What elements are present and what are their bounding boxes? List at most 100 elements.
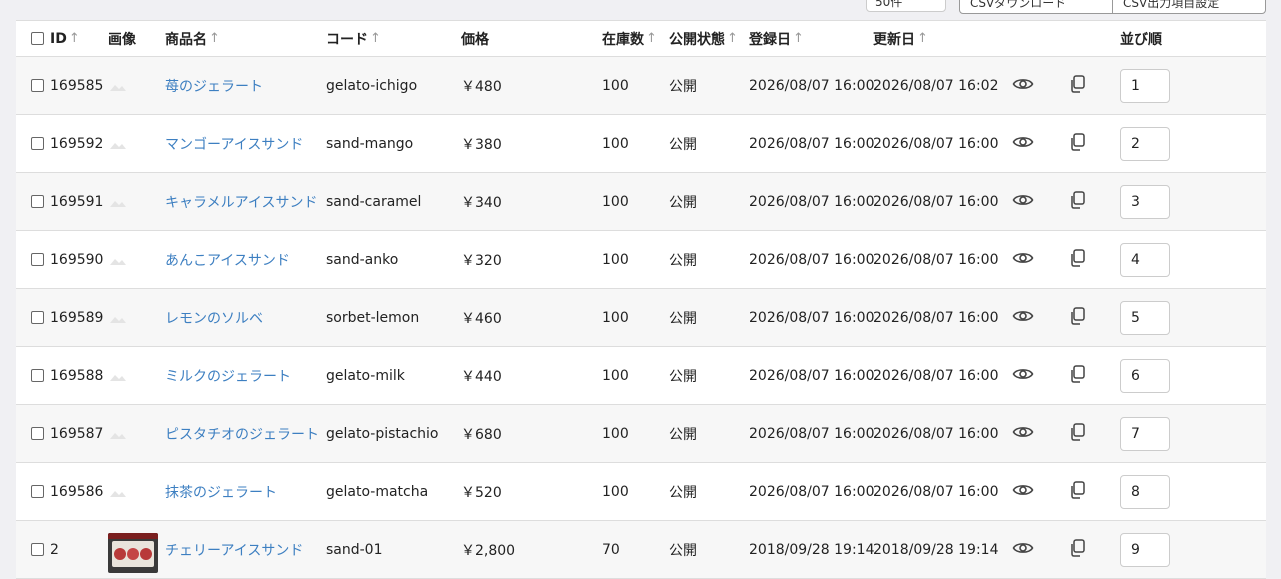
per-page-select[interactable]: 50件: [866, 0, 946, 12]
preview-button[interactable]: [1012, 463, 1034, 520]
preview-button[interactable]: [1012, 405, 1034, 462]
copy-button[interactable]: [1069, 289, 1085, 346]
product-name-link[interactable]: ミルクのジェラート: [165, 347, 291, 404]
sort-order-input[interactable]: 5: [1120, 300, 1170, 335]
preview-button[interactable]: [1012, 521, 1034, 578]
sort-arrow-up-icon: ↑: [370, 31, 381, 46]
preview-button[interactable]: [1012, 289, 1034, 346]
sort-arrow-up-icon: ↑: [917, 31, 928, 46]
table-row: 2 チェリーアイスサンド sand-01 ￥2,800 70 公開 2018/0…: [16, 521, 1266, 579]
product-name-link[interactable]: ピスタチオのジェラート: [165, 405, 319, 462]
sort-order-input[interactable]: 3: [1120, 184, 1170, 219]
copy-button[interactable]: [1069, 57, 1085, 114]
sort-order-field[interactable]: 8: [1120, 463, 1170, 520]
header-updated[interactable]: 更新日 ↑: [873, 21, 928, 56]
row-updated: 2026/08/07 16:00: [873, 367, 999, 384]
row-code: sand-caramel: [326, 193, 422, 210]
row-checkbox[interactable]: [31, 463, 44, 520]
row-checkbox[interactable]: [31, 289, 44, 346]
row-price: ￥340: [461, 194, 502, 211]
row-price: ￥460: [461, 310, 502, 327]
sort-order-field[interactable]: 6: [1120, 347, 1170, 404]
header-id[interactable]: ID ↑: [50, 21, 80, 56]
header-status[interactable]: 公開状態 ↑: [669, 21, 738, 56]
csv-button-group: CSVダウンロード CSV出力項目設定: [959, 0, 1266, 14]
header-created[interactable]: 登録日 ↑: [749, 21, 804, 56]
sort-order-input[interactable]: 6: [1120, 358, 1170, 393]
copy-button[interactable]: [1069, 173, 1085, 230]
row-code: sorbet-lemon: [326, 309, 420, 326]
preview-button[interactable]: [1012, 173, 1034, 230]
product-name-link[interactable]: マンゴーアイスサンド: [165, 115, 303, 172]
copy-button[interactable]: [1069, 405, 1085, 462]
row-updated: 2026/08/07 16:00: [873, 135, 999, 152]
row-updated: 2026/08/07 16:00: [873, 309, 999, 326]
copy-icon: [1069, 132, 1085, 155]
sort-order-field[interactable]: 4: [1120, 231, 1170, 288]
product-name-link[interactable]: チェリーアイスサンド: [165, 521, 303, 578]
row-created: 2026/08/07 16:00: [749, 135, 875, 152]
row-status: 公開: [669, 136, 697, 153]
eye-icon: [1012, 250, 1034, 270]
row-status: 公開: [669, 310, 697, 327]
row-checkbox[interactable]: [31, 521, 44, 578]
header-order: 並び順: [1120, 31, 1162, 48]
copy-button[interactable]: [1069, 115, 1085, 172]
row-price: ￥480: [461, 78, 502, 95]
sort-order-field[interactable]: 3: [1120, 173, 1170, 230]
row-id: 169589: [50, 309, 104, 326]
csv-settings-button[interactable]: CSV出力項目設定: [1112, 0, 1265, 13]
csv-download-button[interactable]: CSVダウンロード: [960, 0, 1112, 13]
product-name-link[interactable]: レモンのソルベ: [165, 289, 263, 346]
product-name-link[interactable]: あんこアイスサンド: [165, 231, 290, 288]
sort-order-input[interactable]: 2: [1120, 126, 1170, 161]
header-stock[interactable]: 在庫数 ↑: [602, 21, 657, 56]
sort-order-field[interactable]: 1: [1120, 57, 1170, 114]
sort-order-input[interactable]: 1: [1120, 68, 1170, 103]
table-row: 169586 抹茶のジェラート gelato-matcha ￥520 100 公…: [16, 463, 1266, 521]
row-checkbox[interactable]: [31, 57, 44, 114]
product-thumbnail[interactable]: [108, 532, 158, 573]
row-price: ￥440: [461, 368, 502, 385]
row-updated: 2018/09/28 19:14: [873, 541, 999, 558]
preview-button[interactable]: [1012, 347, 1034, 404]
row-id: 169590: [50, 251, 104, 268]
row-checkbox[interactable]: [31, 347, 44, 404]
copy-button[interactable]: [1069, 231, 1085, 288]
sort-arrow-up-icon: ↑: [646, 31, 657, 46]
row-checkbox[interactable]: [31, 115, 44, 172]
table-row: 169585 苺のジェラート gelato-ichigo ￥480 100 公開…: [16, 57, 1266, 115]
sort-order-input[interactable]: 4: [1120, 242, 1170, 277]
sort-order-field[interactable]: 7: [1120, 405, 1170, 462]
select-all-checkbox[interactable]: [31, 21, 44, 56]
product-name-link[interactable]: 苺のジェラート: [165, 57, 263, 114]
image-placeholder-icon: [108, 253, 128, 267]
copy-button[interactable]: [1069, 463, 1085, 520]
row-stock: 100: [602, 425, 629, 442]
copy-button[interactable]: [1069, 347, 1085, 404]
row-created: 2026/08/07 16:00: [749, 309, 875, 326]
sort-order-field[interactable]: 5: [1120, 289, 1170, 346]
sort-order-input[interactable]: 9: [1120, 532, 1170, 567]
preview-button[interactable]: [1012, 57, 1034, 114]
sort-order-field[interactable]: 2: [1120, 115, 1170, 172]
table-row: 169587 ピスタチオのジェラート gelato-pistachio ￥680…: [16, 405, 1266, 463]
row-checkbox[interactable]: [31, 231, 44, 288]
sort-order-input[interactable]: 8: [1120, 474, 1170, 509]
sort-order-input[interactable]: 7: [1120, 416, 1170, 451]
product-name-link[interactable]: 抹茶のジェラート: [165, 463, 277, 520]
header-name[interactable]: 商品名 ↑: [165, 21, 220, 56]
copy-icon: [1069, 248, 1085, 271]
sort-order-field[interactable]: 9: [1120, 521, 1170, 578]
product-name-link[interactable]: キャラメルアイスサンド: [165, 173, 317, 230]
row-checkbox[interactable]: [31, 173, 44, 230]
preview-button[interactable]: [1012, 231, 1034, 288]
row-image: [108, 347, 128, 404]
row-checkbox[interactable]: [31, 405, 44, 462]
copy-icon: [1069, 364, 1085, 387]
header-id-label: ID: [50, 30, 67, 47]
copy-button[interactable]: [1069, 521, 1085, 578]
header-code[interactable]: コード ↑: [326, 21, 381, 56]
preview-button[interactable]: [1012, 115, 1034, 172]
sort-arrow-up-icon: ↑: [209, 31, 220, 46]
